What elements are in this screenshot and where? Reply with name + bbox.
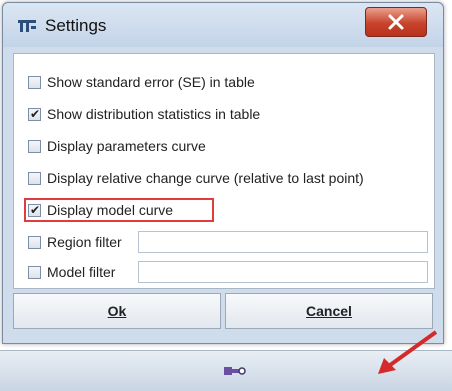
option-label: Display relative change curve (relative … [47, 170, 364, 186]
option-model-filter[interactable]: Model filter [28, 260, 115, 284]
checkbox-display-relative-change[interactable] [28, 171, 41, 185]
cancel-button[interactable]: Cancel [225, 293, 433, 329]
option-display-parameters[interactable]: Display parameters curve [28, 134, 206, 158]
option-label: Show standard error (SE) in table [47, 74, 255, 90]
close-icon [388, 14, 404, 30]
option-label: Display model curve [47, 202, 174, 218]
options-panel: Show standard error (SE) in table ✔ Show… [13, 53, 435, 289]
close-button[interactable] [365, 7, 427, 37]
checkbox-display-model-curve[interactable]: ✔ [28, 202, 41, 217]
option-show-se[interactable]: Show standard error (SE) in table [28, 70, 255, 94]
cancel-label: Cancel [306, 303, 352, 319]
title-bar[interactable]: Settings [3, 3, 443, 47]
model-filter-input[interactable] [138, 261, 428, 283]
button-bar: Ok Cancel [13, 293, 433, 329]
ok-button[interactable]: Ok [13, 293, 221, 329]
check-icon: ✔ [30, 106, 41, 121]
check-icon: ✔ [30, 202, 41, 217]
filter-label: Region filter [47, 234, 122, 250]
checkbox-model-filter[interactable] [28, 265, 41, 279]
ok-label: Ok [107, 303, 127, 319]
option-show-distribution[interactable]: ✔ Show distribution statistics in table [28, 102, 260, 126]
settings-app-icon [18, 20, 36, 32]
dialog-title: Settings [45, 16, 107, 35]
option-display-relative-change[interactable]: Display relative change curve (relative … [28, 166, 364, 190]
settings-dialog: Settings Show standard error (SE) in tab… [2, 2, 444, 344]
option-display-model-curve[interactable]: ✔ Display model curve [28, 198, 173, 222]
checkbox-region-filter[interactable] [28, 235, 41, 249]
filter-label: Model filter [47, 264, 116, 280]
checkbox-show-distribution[interactable]: ✔ [28, 106, 41, 121]
checkbox-display-parameters[interactable] [28, 139, 41, 153]
option-label: Show distribution statistics in table [47, 106, 261, 122]
annotation-arrow-icon [378, 330, 438, 374]
tool-icon[interactable] [220, 361, 248, 381]
option-region-filter[interactable]: Region filter [28, 230, 122, 254]
region-filter-input[interactable] [138, 231, 428, 253]
checkbox-show-se[interactable] [28, 75, 41, 89]
option-label: Display parameters curve [47, 138, 206, 154]
